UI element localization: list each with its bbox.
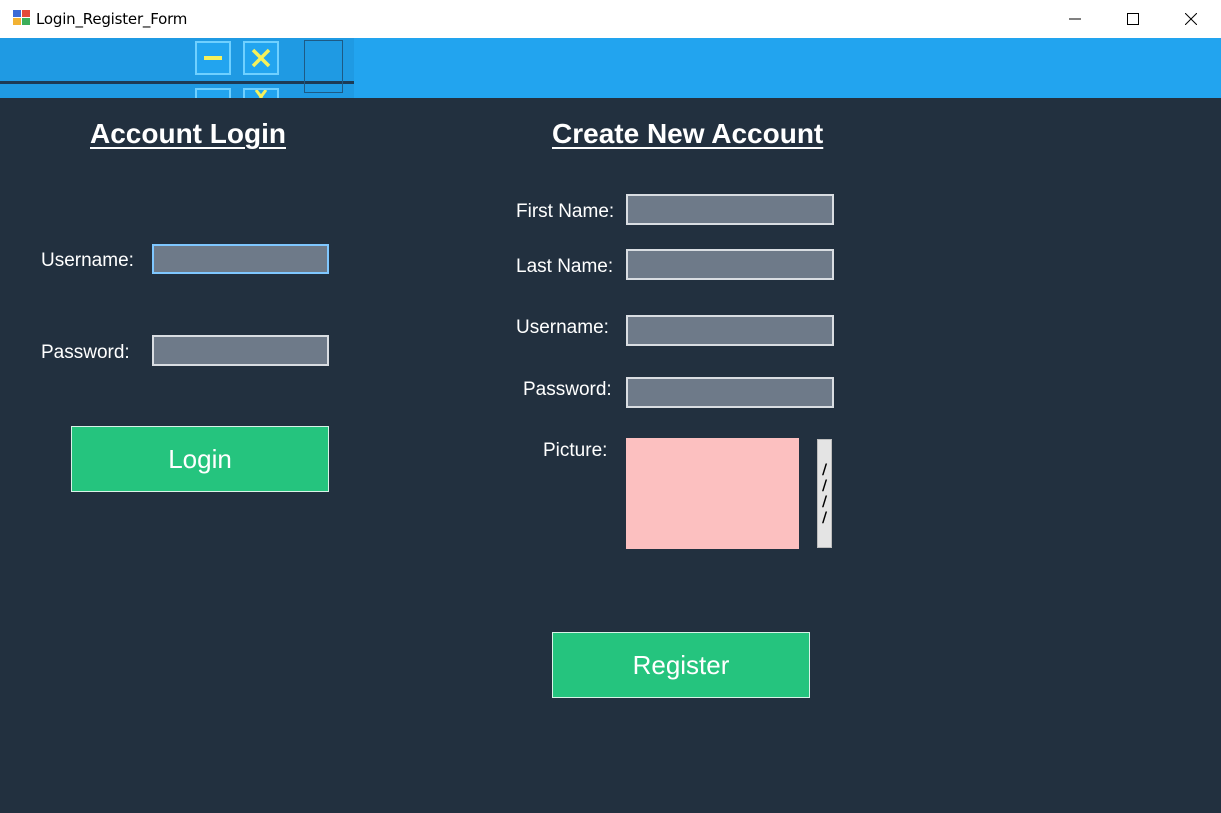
register-username-label: Username: (516, 317, 609, 338)
first-name-input[interactable] (626, 194, 834, 225)
browse-glyph: / (821, 461, 828, 478)
register-button[interactable]: Register (552, 632, 810, 698)
window-title: Login_Register_Form (36, 10, 188, 28)
window-minimize-button[interactable] (1046, 0, 1104, 38)
picture-box[interactable] (626, 438, 799, 549)
picture-label: Picture: (543, 440, 608, 461)
browse-glyph: / (821, 509, 828, 526)
maximize-icon (1127, 13, 1139, 25)
minimize-icon (1069, 18, 1081, 20)
close-icon (251, 48, 271, 68)
toolbar-minimize-button[interactable] (195, 41, 231, 75)
toolbar-shade (0, 38, 354, 98)
login-button[interactable]: Login (71, 426, 329, 492)
login-password-input[interactable] (152, 335, 329, 366)
browse-glyph: / (821, 477, 828, 494)
first-name-label: First Name: (516, 201, 615, 222)
register-username-input[interactable] (626, 315, 834, 346)
app-icon (13, 10, 31, 26)
window-close-button[interactable] (1162, 0, 1220, 38)
title-bar: Login_Register_Form (0, 0, 1221, 38)
minus-icon (204, 56, 222, 60)
toolbar-placeholder-box (304, 40, 343, 93)
register-password-input[interactable] (626, 377, 834, 408)
login-password-label: Password: (41, 342, 130, 363)
close-icon (1185, 13, 1197, 25)
main-panel: Account Login Username: Password: Login … (0, 98, 1221, 813)
login-heading: Account Login (90, 118, 286, 149)
browse-glyph: / (821, 493, 828, 510)
login-register-window: Login_Register_Form Account Login Userna… (0, 0, 1221, 813)
toolbar-divider (0, 81, 354, 84)
toolbar-close-button[interactable] (243, 41, 279, 75)
close-icon (254, 90, 268, 98)
register-password-label: Password: (523, 379, 612, 400)
custom-toolbar (0, 38, 1221, 100)
last-name-label: Last Name: (516, 256, 614, 277)
picture-browse-button[interactable]: / / / / (817, 439, 832, 548)
login-username-label: Username: (41, 250, 134, 271)
register-heading: Create New Account (552, 118, 824, 149)
window-maximize-button[interactable] (1104, 0, 1162, 38)
login-username-input[interactable] (152, 244, 329, 274)
last-name-input[interactable] (626, 249, 834, 280)
